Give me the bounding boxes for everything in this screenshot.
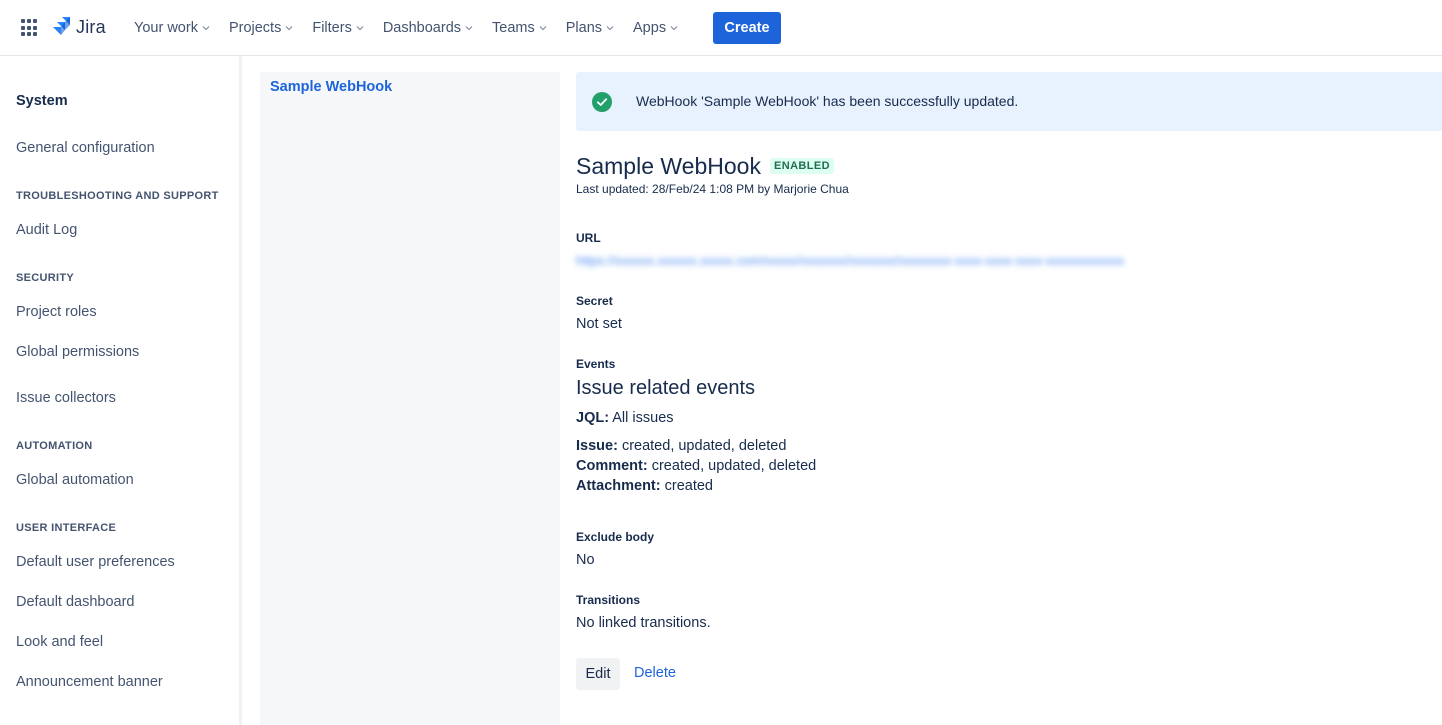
sidebar-item-default-dashboard[interactable]: Default dashboard [16, 594, 135, 610]
sidebar-item-announcement-banner[interactable]: Announcement banner [16, 674, 163, 690]
nav-plans[interactable]: Plans [558, 12, 622, 44]
sidebar-section-user-interface: User interface [16, 522, 117, 534]
sidebar-item-look-and-feel[interactable]: Look and feel [16, 634, 103, 650]
check-circle-icon [592, 92, 612, 112]
webhook-title: Sample WebHook [576, 153, 761, 179]
nav-apps[interactable]: Apps [625, 12, 686, 44]
jira-logo-icon [53, 17, 70, 35]
delete-link[interactable]: Delete [634, 665, 676, 681]
jql-value: All issues [609, 410, 674, 426]
logo-text: Jira [76, 16, 106, 37]
create-button[interactable]: Create [713, 12, 781, 44]
event-type: Issue: [576, 438, 618, 454]
event-line-attachment: Attachment: created [576, 478, 713, 494]
sidebar-item-default-user-preferences[interactable]: Default user preferences [16, 554, 175, 570]
sidebar-item-project-roles[interactable]: Project roles [16, 304, 97, 320]
nav-label: Filters [312, 20, 352, 36]
chevron-down-icon [202, 26, 210, 31]
sidebar-item-audit-log[interactable]: Audit Log [16, 222, 77, 238]
chevron-down-icon [285, 26, 293, 31]
last-updated-text: Last updated: 28/Feb/24 1:08 PM by Marjo… [576, 182, 849, 196]
nav-label: Plans [565, 20, 603, 36]
success-banner: WebHook 'Sample WebHook' has been succes… [576, 72, 1442, 131]
nav-teams[interactable]: Teams [484, 12, 555, 44]
nav-filters[interactable]: Filters [304, 12, 371, 44]
events-heading: Issue related events [576, 377, 755, 399]
status-badge: ENABLED [770, 158, 834, 174]
chevron-down-icon [465, 26, 473, 31]
event-actions: created, updated, deleted [647, 458, 817, 474]
sidebar-item-global-automation[interactable]: Global automation [16, 472, 134, 488]
nav-label: Projects [228, 20, 282, 36]
sidebar-section-automation: Automation [16, 440, 93, 452]
chevron-down-icon [539, 26, 547, 31]
sidebar-title: System [16, 93, 68, 109]
sidebar-section-troubleshooting: Troubleshooting and support [16, 190, 219, 202]
events-label: Events [576, 357, 616, 371]
event-line-comment: Comment: created, updated, deleted [576, 458, 816, 474]
chevron-down-icon [606, 26, 614, 31]
secret-value: Not set [576, 316, 622, 332]
transitions-value: No linked transitions. [576, 615, 711, 631]
sidebar-section-security: Security [16, 272, 75, 284]
edit-button[interactable]: Edit [576, 658, 620, 690]
exclude-body-label: Exclude body [576, 530, 655, 544]
event-type: Comment: [576, 458, 648, 474]
jira-logo[interactable]: Jira [52, 16, 106, 38]
chevron-down-icon [670, 26, 678, 31]
url-label: URL [576, 231, 601, 245]
jql-line: JQL: All issues [576, 410, 674, 426]
webhook-list-item[interactable]: Sample WebHook [270, 79, 392, 95]
nav-label: Your work [134, 20, 198, 36]
webhook-list-panel: Sample WebHook [260, 72, 560, 725]
nav-your-work[interactable]: Your work [126, 12, 218, 44]
sidebar-resize-handle[interactable] [239, 56, 242, 725]
nav-label: Teams [492, 20, 535, 36]
banner-message: WebHook 'Sample WebHook' has been succes… [636, 93, 1019, 109]
primary-nav: Your work Projects Filters Dashboards Te… [126, 0, 689, 56]
admin-sidebar: System General configuration Troubleshoo… [0, 56, 239, 725]
exclude-body-value: No [576, 552, 595, 568]
nav-label: Dashboards [382, 20, 462, 36]
event-type: Attachment: [576, 478, 661, 494]
sidebar-item-issue-collectors[interactable]: Issue collectors [16, 390, 116, 406]
event-actions: created [660, 478, 713, 494]
transitions-label: Transitions [576, 593, 641, 607]
nav-dashboards[interactable]: Dashboards [375, 12, 481, 44]
nav-projects[interactable]: Projects [221, 12, 301, 44]
sidebar-item-global-permissions[interactable]: Global permissions [16, 344, 139, 360]
jql-label: JQL: [576, 410, 610, 426]
sidebar-item-general-configuration[interactable]: General configuration [16, 140, 155, 156]
chevron-down-icon [356, 26, 364, 31]
event-line-issue: Issue: created, updated, deleted [576, 438, 786, 454]
top-navigation: Jira Your work Projects Filters Dashboar… [0, 0, 1442, 56]
event-actions: created, updated, deleted [617, 438, 787, 454]
secret-label: Secret [576, 294, 613, 308]
url-value-redacted[interactable]: https://xxxxxx.xxxxxx.xxxxx.com/xxxxx/xx… [576, 253, 1216, 270]
app-switcher-grid-icon[interactable] [20, 18, 40, 38]
nav-label: Apps [633, 20, 667, 36]
